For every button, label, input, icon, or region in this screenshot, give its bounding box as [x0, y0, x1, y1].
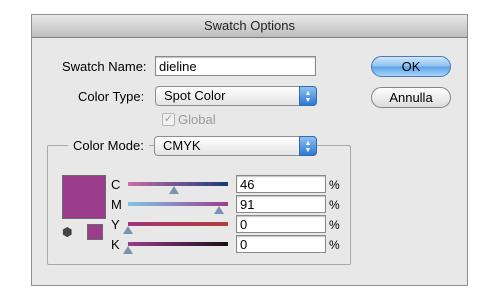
popup-arrows-icon: ▲ ▼	[299, 86, 317, 106]
channel-label-k: K	[111, 237, 120, 252]
popup-arrows-icon: ▲ ▼	[299, 136, 317, 156]
color-type-select[interactable]: Spot Color ▲ ▼	[155, 86, 317, 106]
channel-slider-thumb-y[interactable]	[123, 226, 133, 234]
color-mode-value: CMYK	[163, 138, 201, 153]
dialog-title: Swatch Options	[32, 15, 467, 38]
channel-slider-thumb-m[interactable]	[214, 206, 224, 214]
channel-label-y: Y	[111, 217, 120, 232]
channel-label-m: M	[111, 197, 122, 212]
channel-label-c: C	[111, 177, 121, 192]
channel-slider-thumb-k[interactable]	[123, 246, 133, 254]
swatch-name-label: Swatch Name:	[62, 59, 147, 74]
percent-unit-label: %	[329, 178, 340, 192]
percent-unit-label: %	[329, 218, 340, 232]
channel-value-input-m[interactable]	[236, 195, 326, 213]
swatch-name-input[interactable]	[155, 56, 316, 76]
channel-value-input-c[interactable]	[236, 175, 326, 193]
channel-value-input-y[interactable]	[236, 215, 326, 233]
channel-slider-track-m[interactable]	[128, 202, 228, 206]
gamut-swatch-preview[interactable]	[87, 224, 103, 240]
cancel-button[interactable]: Annulla	[371, 87, 451, 108]
percent-unit-label: %	[329, 198, 340, 212]
ok-button[interactable]: OK	[371, 56, 451, 77]
channel-slider-track-y[interactable]	[128, 222, 228, 226]
channel-slider-track-k[interactable]	[128, 242, 228, 246]
channel-slider-thumb-c[interactable]	[169, 186, 179, 194]
swatch-color-preview	[62, 175, 106, 219]
swatch-options-dialog: Swatch Options Swatch Name: OK Annulla C…	[31, 14, 468, 286]
color-type-label: Color Type:	[78, 89, 145, 104]
color-mode-label: Color Mode:	[68, 138, 149, 154]
percent-unit-label: %	[329, 238, 340, 252]
global-checkbox[interactable]: ✓	[162, 113, 175, 126]
channel-value-input-k[interactable]	[236, 235, 326, 253]
color-type-value: Spot Color	[164, 88, 226, 103]
color-mode-select[interactable]: CMYK ▲ ▼	[154, 136, 317, 156]
global-label: Global	[178, 112, 216, 127]
out-of-gamut-cube-icon[interactable]: ⬢	[62, 225, 76, 239]
